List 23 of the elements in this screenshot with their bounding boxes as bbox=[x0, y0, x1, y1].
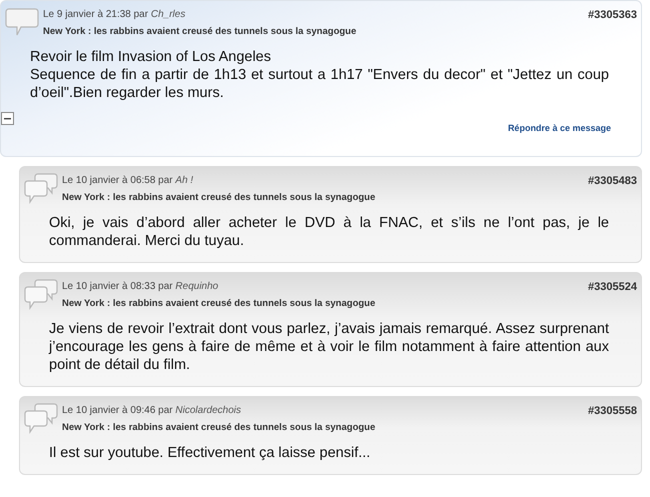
post-subject: New York : les rabbins avaient creusé des tunnels sous la synagogue bbox=[43, 26, 358, 38]
post-subject: New York : les rabbins avaient creusé des tunnels sous la synagogue bbox=[62, 422, 376, 434]
post-number: #3305558 bbox=[588, 404, 637, 418]
collapse-icon[interactable] bbox=[1, 112, 14, 125]
reply-link[interactable]: Répondre à ce message bbox=[1, 102, 641, 156]
post-meta: Le 10 janvier à 09:46 par Nicolardechois bbox=[62, 404, 242, 416]
post-subject: New York : les rabbins avaient creusé des tunnels sous la synagogue bbox=[62, 298, 376, 310]
speech-bubbles-icon bbox=[24, 278, 58, 310]
post-text: Sequence de fin a partir de 1h13 et surtout a 1h17 "Envers du decor" et "Jettez un coup d’oeil".Bien regarder les murs. bbox=[30, 66, 609, 102]
speech-bubbles-icon bbox=[24, 172, 58, 204]
post-text: Il est sur youtube. Effectivement ça laisse pensif... bbox=[49, 444, 372, 462]
speech-bubble-icon bbox=[5, 6, 39, 38]
post-text: Oki, je vais d’abord aller acheter le DVD à la FNAC, et s’ils ne l’ont pas, je le commanderai. Merci du tuyau. bbox=[49, 214, 609, 250]
post-text: Je viens de revoir l’extrait dont vous parlez, j’avais jamais remarqué. Assez surprenant j’encourage les gens à faire de même et à voir le film notamment à faire attention aux point de détail du film. bbox=[49, 320, 609, 374]
post-meta: Le 10 janvier à 06:58 par Ah ! bbox=[62, 174, 194, 186]
post-number: #3305363 bbox=[588, 8, 637, 23]
post-meta: Le 10 janvier à 08:33 par Requinho bbox=[62, 280, 220, 292]
post-subject: New York : les rabbins avaient creusé des tunnels sous la synagogue bbox=[62, 192, 376, 204]
speech-bubbles-icon bbox=[24, 402, 58, 434]
post-meta: Le 9 janvier à 21:38 par Ch_rles bbox=[43, 8, 186, 21]
post-number: #3305483 bbox=[588, 174, 637, 188]
post-text: Revoir le film Invasion of Los Angeles bbox=[30, 48, 272, 66]
post-number: #3305524 bbox=[588, 280, 637, 294]
